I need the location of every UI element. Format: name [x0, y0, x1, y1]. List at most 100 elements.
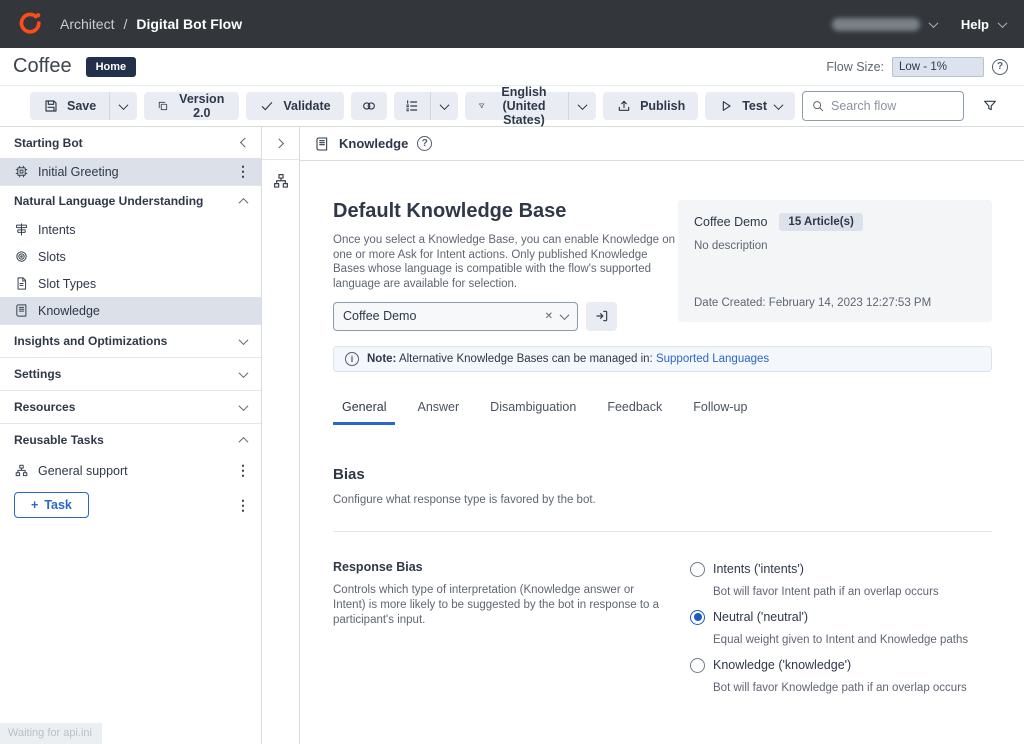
section-resources[interactable]: Resources: [0, 390, 261, 423]
flow-name: Coffee: [13, 55, 72, 78]
search-filter-button[interactable]: [972, 92, 1008, 120]
sidebar-item-general-support[interactable]: General support ⋮: [0, 456, 261, 485]
tab-feedback[interactable]: Feedback: [598, 394, 671, 425]
save-button-group: Save: [30, 92, 137, 120]
flow-size-help-icon[interactable]: ?: [992, 59, 1008, 75]
content-area: Starting Bot Initial Greeting ⋮ Natural …: [0, 127, 1024, 744]
sidebar-item-initial-greeting[interactable]: Initial Greeting ⋮: [0, 158, 261, 185]
org-tree-icon: [272, 172, 290, 190]
tab-answer[interactable]: Answer: [408, 394, 468, 425]
save-button[interactable]: Save: [30, 92, 109, 120]
response-bias-options: Intents ('intents') Bot will favor Inten…: [690, 560, 992, 706]
breadcrumb-app[interactable]: Architect: [60, 16, 114, 32]
radio-neutral[interactable]: [690, 610, 705, 625]
knowledge-panel: Knowledge ? Default Knowledge Base Once …: [300, 127, 1024, 744]
dependencies-button[interactable]: [351, 92, 387, 120]
page-title: Default Knowledge Base: [333, 200, 678, 223]
sidebar-item-slots[interactable]: Slots: [0, 243, 261, 270]
flow-size-label: Flow Size:: [826, 60, 884, 74]
flow-toolbar: Save Version 2.0 Validate: [0, 86, 1024, 127]
response-bias-description: Controls which type of interpretation (K…: [333, 583, 665, 629]
chevron-down-icon: [774, 100, 784, 110]
tab-general[interactable]: General: [333, 394, 395, 425]
sidebar-item-knowledge[interactable]: Knowledge: [0, 297, 261, 324]
help-menu[interactable]: Help: [961, 17, 989, 32]
funnel-icon: [982, 98, 998, 114]
search-flow-input[interactable]: [831, 99, 955, 113]
panel-help-icon[interactable]: ?: [417, 136, 432, 151]
collapse-sidebar-icon[interactable]: [240, 138, 250, 148]
item-menu-kebab-icon[interactable]: ⋮: [235, 163, 251, 180]
ordered-list-button[interactable]: [394, 92, 430, 120]
list-dropdown-button[interactable]: [430, 92, 458, 120]
chevron-up-icon: [239, 436, 249, 446]
radio-intents[interactable]: [690, 562, 705, 577]
bot-chip-icon: [14, 164, 29, 179]
section-insights[interactable]: Insights and Optimizations: [0, 324, 261, 357]
date-created: Date Created: February 14, 2023 12:27:53…: [694, 297, 976, 309]
language-dropdown-button[interactable]: [568, 92, 596, 120]
sidebar-item-intents[interactable]: Intents: [0, 216, 261, 243]
add-task-row: + Task ⋮: [0, 485, 261, 525]
section-starting-bot: Starting Bot: [0, 127, 261, 158]
plus-icon: +: [31, 498, 38, 512]
section-divider: [333, 531, 992, 532]
item-menu-kebab-icon[interactable]: ⋮: [235, 462, 251, 479]
home-badge[interactable]: Home: [86, 57, 137, 77]
org-tree-icon: [14, 463, 29, 478]
add-task-button[interactable]: + Task: [14, 492, 89, 518]
book-icon: [314, 136, 330, 152]
architect-app: Architect / Digital Bot Flow Help Coffee…: [0, 0, 1024, 744]
radio-knowledge[interactable]: [690, 658, 705, 673]
user-name-redacted[interactable]: [832, 18, 920, 31]
knowledge-base-name: Coffee Demo: [694, 215, 767, 229]
chevron-down-icon: [239, 368, 249, 378]
chevron-down-icon: [239, 401, 249, 411]
user-menu-chevron-icon[interactable]: [928, 18, 938, 28]
tab-follow-up[interactable]: Follow-up: [684, 394, 756, 425]
funnel-icon: [478, 98, 485, 114]
section-nlu[interactable]: Natural Language Understanding: [0, 185, 261, 216]
chevron-down-icon[interactable]: [560, 310, 570, 320]
bias-title: Bias: [333, 466, 992, 483]
knowledge-base-no-description: No description: [694, 240, 976, 252]
open-knowledge-base-button[interactable]: [586, 302, 617, 331]
validate-button[interactable]: Validate: [246, 92, 343, 120]
publish-button[interactable]: Publish: [603, 92, 698, 120]
option-neutral: Neutral ('neutral') Equal weight given t…: [690, 610, 992, 646]
section-settings[interactable]: Settings: [0, 357, 261, 390]
search-flow-box: [802, 91, 964, 121]
browser-status-text: Waiting for api.ini: [0, 723, 102, 744]
panel-header: Knowledge ?: [300, 127, 1024, 161]
help-menu-chevron-icon[interactable]: [998, 18, 1008, 28]
clear-selection-icon[interactable]: ✕: [545, 311, 553, 322]
version-button[interactable]: Version 2.0: [144, 92, 239, 120]
task-menu-kebab-icon[interactable]: ⋮: [235, 497, 251, 514]
supported-languages-link[interactable]: Supported Languages: [656, 353, 769, 365]
knowledge-base-select[interactable]: Coffee Demo ✕: [333, 302, 578, 331]
versions-icon: [157, 98, 169, 114]
test-button[interactable]: Test: [705, 92, 795, 120]
flow-size-value: Low - 1%: [892, 57, 984, 77]
section-reusable-tasks[interactable]: Reusable Tasks: [0, 423, 261, 456]
flow-size-area: Flow Size: Low - 1% ?: [826, 57, 1008, 77]
language-button-group: English (United States): [465, 92, 596, 120]
signpost-icon: [14, 222, 29, 237]
knowledge-base-description: Once you select a Knowledge Base, you ca…: [333, 233, 678, 292]
topbar-right: Help: [832, 17, 1006, 32]
document-icon: [14, 276, 29, 291]
flow-view-button[interactable]: [272, 172, 290, 195]
sidebar-item-slot-types[interactable]: Slot Types: [0, 270, 261, 297]
note-banner: i Note: Alternative Knowledge Bases can …: [333, 346, 992, 372]
play-icon: [718, 98, 734, 114]
save-dropdown-button[interactable]: [109, 92, 137, 120]
arrow-into-bracket-icon: [594, 308, 610, 324]
info-card-header: Coffee Demo 15 Article(s): [694, 213, 976, 231]
response-bias-section: Response Bias Controls which type of int…: [333, 560, 992, 706]
tab-disambiguation[interactable]: Disambiguation: [481, 394, 585, 425]
expand-panel-button[interactable]: [262, 127, 299, 160]
genesys-logo-icon[interactable]: [18, 11, 44, 37]
language-filter-button[interactable]: English (United States): [465, 92, 568, 120]
chevron-down-icon: [439, 100, 449, 110]
flow-structure-sidebar: Starting Bot Initial Greeting ⋮ Natural …: [0, 127, 262, 744]
